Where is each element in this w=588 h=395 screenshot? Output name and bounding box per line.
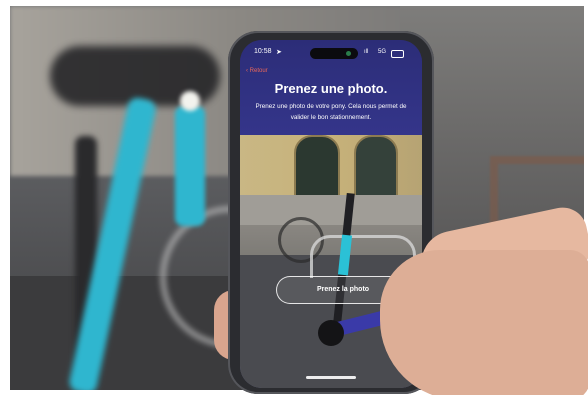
camera-indicator-icon	[346, 51, 351, 56]
network-type: 5G	[378, 49, 387, 55]
viewfinder-scooter-front-wheel	[318, 320, 344, 346]
viewfinder-archway-left	[294, 135, 340, 197]
page-subtitle: Prenez une photo de votre pony. Cela nou…	[255, 103, 407, 121]
back-link[interactable]: ‹ Retour	[246, 68, 268, 74]
photo-frame: 10:58 ➤ ıll 5G ‹ Retour Prenez une photo…	[0, 0, 588, 395]
battery-icon	[391, 50, 404, 58]
scooter-neck-blue	[175, 106, 205, 226]
status-time: 10:58	[254, 48, 272, 55]
scooter-headlight	[180, 91, 200, 111]
dynamic-island	[310, 48, 358, 59]
hand-palm	[380, 250, 588, 395]
location-arrow-icon: ➤	[276, 49, 282, 56]
home-indicator[interactable]	[306, 376, 356, 379]
viewfinder-sidewalk	[240, 195, 422, 225]
cellular-signal-icon: ıll	[364, 49, 369, 55]
page-title: Prenez une photo.	[274, 81, 388, 96]
viewfinder-archway-right	[354, 135, 398, 197]
status-bar: 10:58 ➤ ıll 5G	[254, 48, 410, 60]
app-header-panel: 10:58 ➤ ıll 5G ‹ Retour Prenez une photo…	[240, 40, 422, 135]
